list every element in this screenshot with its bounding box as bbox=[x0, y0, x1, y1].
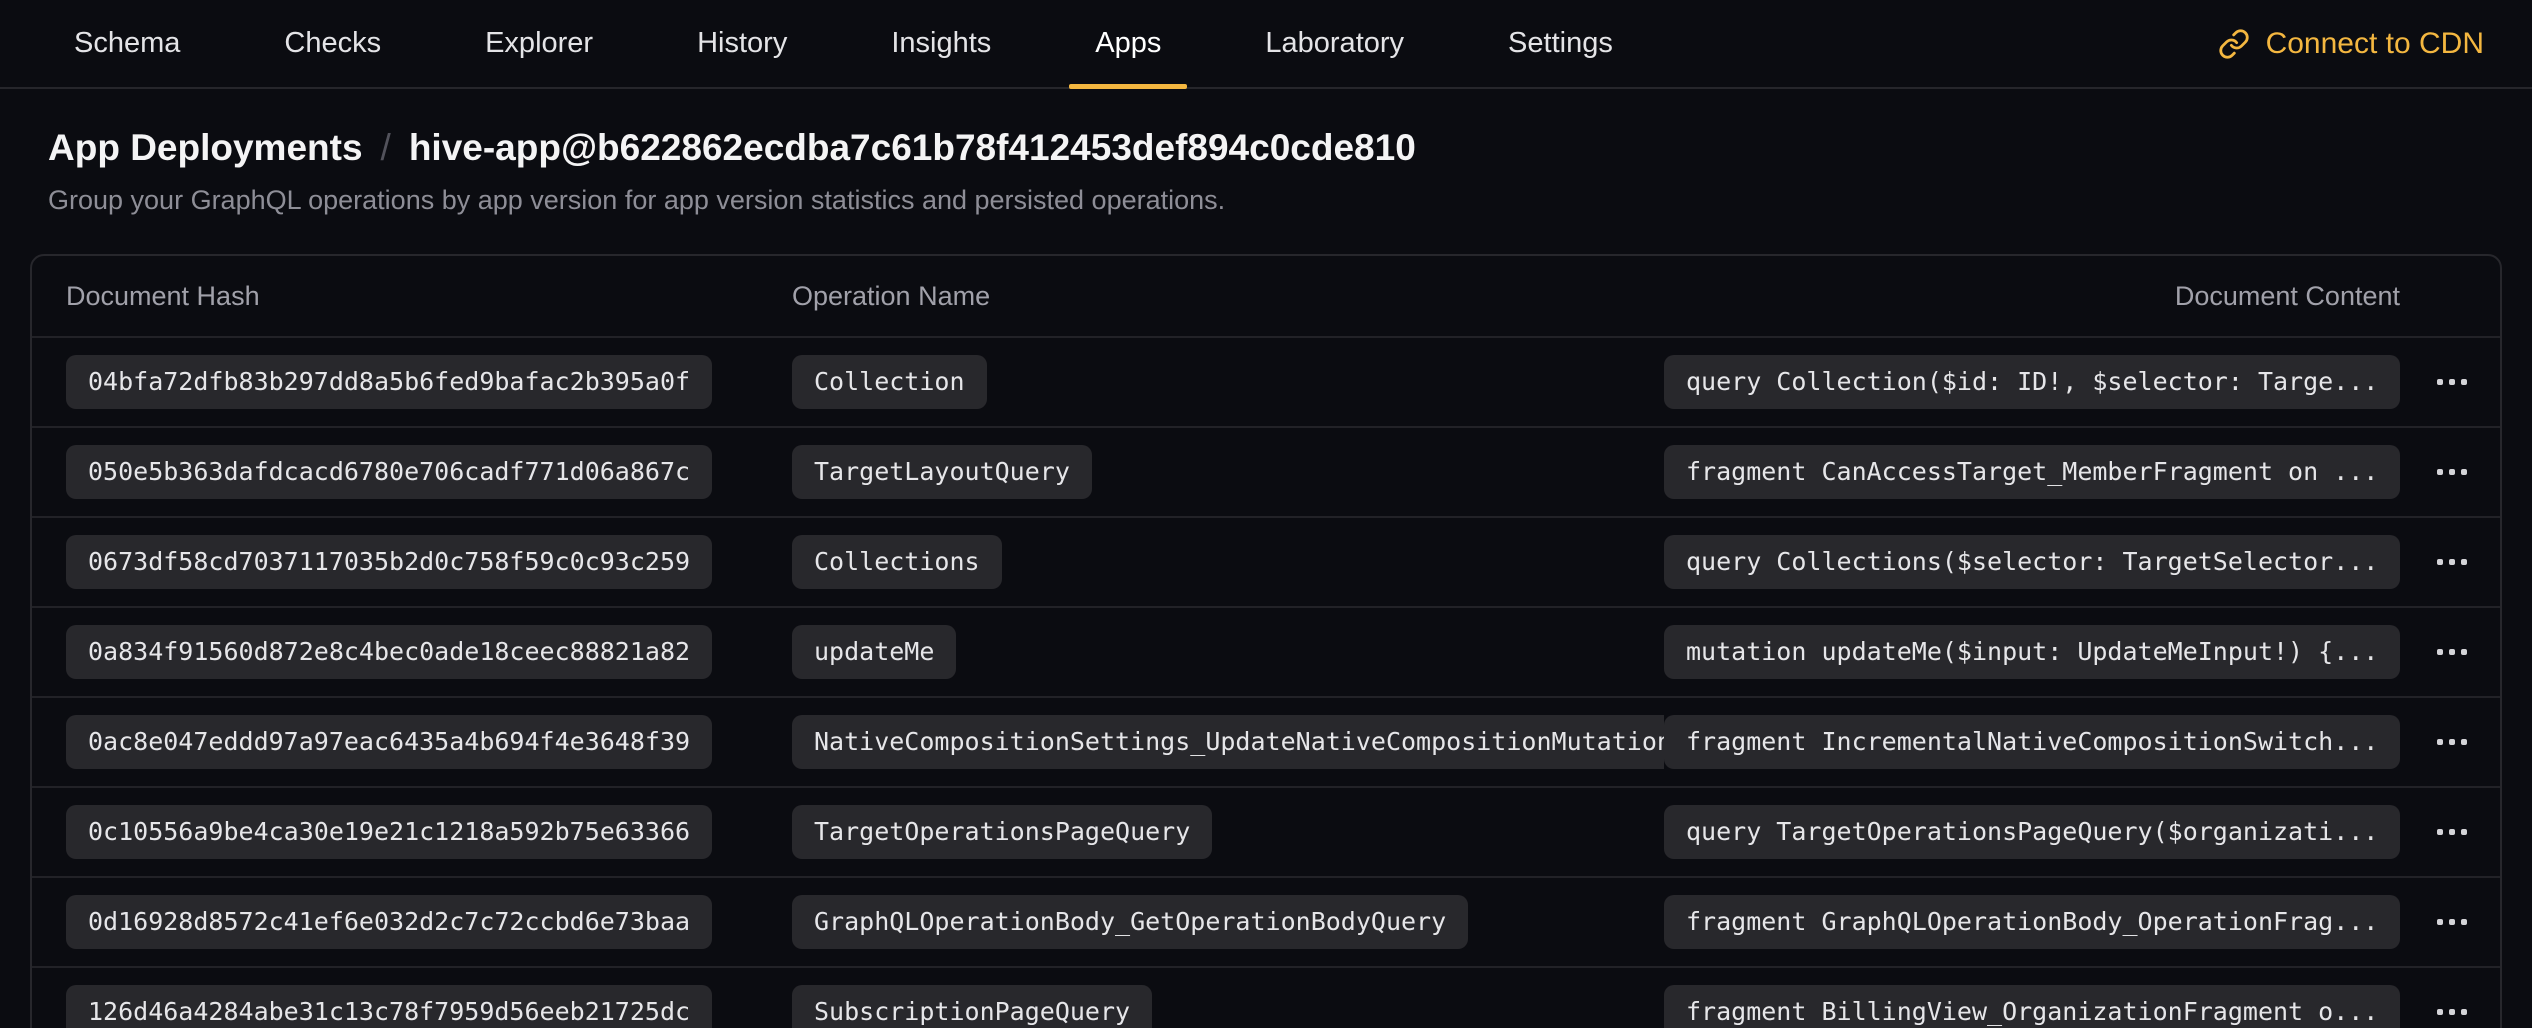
document-content-preview: query TargetOperationsPageQuery($organiz… bbox=[1664, 805, 2400, 858]
tab-apps[interactable]: Apps bbox=[1069, 0, 1187, 87]
table-row: 050e5b363dafdcacd6780e706cadf771d06a867c… bbox=[32, 426, 2500, 516]
document-content-preview: query Collections($selector: TargetSelec… bbox=[1664, 535, 2400, 588]
row-menu-ellipsis-icon[interactable] bbox=[2431, 365, 2473, 399]
top-navigation: Schema Checks Explorer History Insights … bbox=[0, 0, 2532, 89]
column-header-document-content: Document Content bbox=[1664, 281, 2404, 312]
document-content-preview: mutation updateMe($input: UpdateMeInput!… bbox=[1664, 625, 2400, 678]
table-row: 04bfa72dfb83b297dd8a5b6fed9bafac2b395a0f… bbox=[32, 336, 2500, 426]
operation-name-value: NativeCompositionSettings_UpdateNativeCo… bbox=[792, 715, 1664, 768]
breadcrumb-separator: / bbox=[381, 127, 391, 169]
column-header-document-hash: Document Hash bbox=[66, 281, 792, 312]
operation-name-value: Collections bbox=[792, 535, 1002, 588]
tab-label: Insights bbox=[891, 27, 991, 60]
tab-label: Laboratory bbox=[1265, 27, 1404, 60]
operation-name-value: TargetOperationsPageQuery bbox=[792, 805, 1212, 858]
tab-schema[interactable]: Schema bbox=[48, 0, 206, 87]
page-header: App Deployments / hive-app@b622862ecdba7… bbox=[0, 89, 2532, 216]
table-row: 126d46a4284abe31c13c78f7959d56eeb21725dc… bbox=[32, 966, 2500, 1028]
operation-name-value: Collection bbox=[792, 355, 987, 408]
operation-name-value: TargetLayoutQuery bbox=[792, 445, 1092, 498]
tab-checks[interactable]: Checks bbox=[258, 0, 407, 87]
breadcrumb: App Deployments / hive-app@b622862ecdba7… bbox=[48, 127, 2484, 169]
document-hash-value: 0ac8e047eddd97a97eac6435a4b694f4e3648f39 bbox=[66, 715, 712, 768]
documents-table: Document Hash Operation Name Document Co… bbox=[30, 254, 2502, 1028]
row-menu-ellipsis-icon[interactable] bbox=[2431, 815, 2473, 849]
nav-tabs: Schema Checks Explorer History Insights … bbox=[48, 0, 1639, 87]
document-content-preview: fragment GraphQLOperationBody_OperationF… bbox=[1664, 895, 2400, 948]
row-menu-ellipsis-icon[interactable] bbox=[2431, 455, 2473, 489]
breadcrumb-current-app-version: hive-app@b622862ecdba7c61b78f412453def89… bbox=[409, 127, 1416, 169]
column-header-operation-name: Operation Name bbox=[792, 281, 1664, 312]
operation-name-value: updateMe bbox=[792, 625, 956, 678]
connect-to-cdn-label: Connect to CDN bbox=[2266, 27, 2484, 61]
document-content-preview: fragment CanAccessTarget_MemberFragment … bbox=[1664, 445, 2400, 498]
connect-to-cdn-button[interactable]: Connect to CDN bbox=[2218, 0, 2484, 87]
row-menu-ellipsis-icon[interactable] bbox=[2431, 995, 2473, 1028]
tab-label: Settings bbox=[1508, 27, 1613, 60]
table-header-row: Document Hash Operation Name Document Co… bbox=[32, 256, 2500, 336]
tab-laboratory[interactable]: Laboratory bbox=[1239, 0, 1430, 87]
tab-label: History bbox=[697, 27, 787, 60]
document-content-preview: fragment BillingView_OrganizationFragmen… bbox=[1664, 985, 2400, 1028]
active-tab-underline bbox=[1069, 84, 1187, 89]
row-menu-ellipsis-icon[interactable] bbox=[2431, 545, 2473, 579]
document-hash-value: 0a834f91560d872e8c4bec0ade18ceec88821a82 bbox=[66, 625, 712, 678]
document-hash-value: 126d46a4284abe31c13c78f7959d56eeb21725dc bbox=[66, 985, 712, 1028]
document-hash-value: 0c10556a9be4ca30e19e21c1218a592b75e63366 bbox=[66, 805, 712, 858]
tab-label: Schema bbox=[74, 27, 180, 60]
table-row: 0673df58cd7037117035b2d0c758f59c0c93c259… bbox=[32, 516, 2500, 606]
nav-spacer bbox=[1639, 0, 2218, 87]
table-row: 0d16928d8572c41ef6e032d2c7c72ccbd6e73baa… bbox=[32, 876, 2500, 966]
tab-settings[interactable]: Settings bbox=[1482, 0, 1639, 87]
document-hash-value: 04bfa72dfb83b297dd8a5b6fed9bafac2b395a0f bbox=[66, 355, 712, 408]
table-row: 0a834f91560d872e8c4bec0ade18ceec88821a82… bbox=[32, 606, 2500, 696]
table-row: 0ac8e047eddd97a97eac6435a4b694f4e3648f39… bbox=[32, 696, 2500, 786]
document-content-preview: query Collection($id: ID!, $selector: Ta… bbox=[1664, 355, 2400, 408]
tab-label: Apps bbox=[1095, 27, 1161, 60]
document-hash-value: 050e5b363dafdcacd6780e706cadf771d06a867c bbox=[66, 445, 712, 498]
tab-explorer[interactable]: Explorer bbox=[459, 0, 619, 87]
document-hash-value: 0d16928d8572c41ef6e032d2c7c72ccbd6e73baa bbox=[66, 895, 712, 948]
tab-insights[interactable]: Insights bbox=[865, 0, 1017, 87]
table-row: 0c10556a9be4ca30e19e21c1218a592b75e63366… bbox=[32, 786, 2500, 876]
tab-history[interactable]: History bbox=[671, 0, 813, 87]
breadcrumb-app-deployments-link[interactable]: App Deployments bbox=[48, 127, 363, 169]
tab-label: Checks bbox=[284, 27, 381, 60]
document-content-preview: fragment IncrementalNativeCompositionSwi… bbox=[1664, 715, 2400, 768]
operation-name-value: SubscriptionPageQuery bbox=[792, 985, 1152, 1028]
row-menu-ellipsis-icon[interactable] bbox=[2431, 905, 2473, 939]
chain-link-icon bbox=[2218, 28, 2250, 60]
document-hash-value: 0673df58cd7037117035b2d0c758f59c0c93c259 bbox=[66, 535, 712, 588]
row-menu-ellipsis-icon[interactable] bbox=[2431, 725, 2473, 759]
row-menu-ellipsis-icon[interactable] bbox=[2431, 635, 2473, 669]
tab-label: Explorer bbox=[485, 27, 593, 60]
operation-name-value: GraphQLOperationBody_GetOperationBodyQue… bbox=[792, 895, 1468, 948]
page-subtitle: Group your GraphQL operations by app ver… bbox=[48, 185, 2484, 216]
